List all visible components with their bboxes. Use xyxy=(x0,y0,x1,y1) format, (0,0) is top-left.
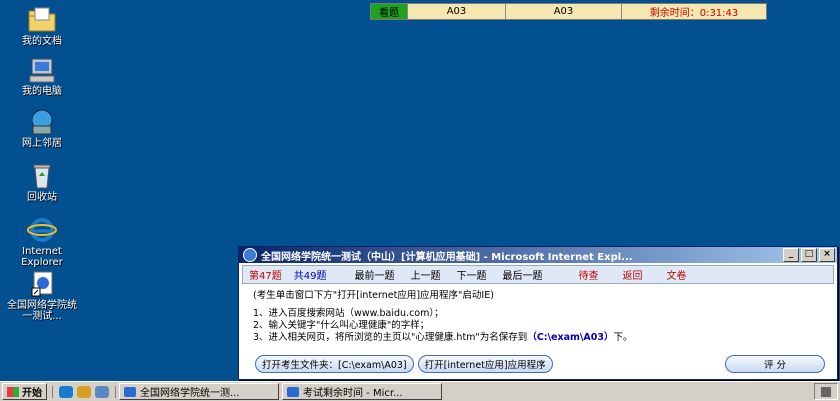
desktop-icon-network[interactable]: 网上邻居 xyxy=(3,108,81,149)
document-shortcut-icon xyxy=(26,270,58,298)
desktop-icon-my-computer[interactable]: 我的电脑 xyxy=(3,56,81,97)
ie-exam-window: 全国网络学院统一测试（中山）[计算机应用基础] - Microsoft Inte… xyxy=(238,246,838,380)
desktop-icon-label: 我的电脑 xyxy=(22,86,62,97)
prev-question-link[interactable]: 上一题 xyxy=(402,267,448,282)
open-folder-button[interactable]: 打开考生文件夹：[C:\exam\A03] xyxy=(255,355,414,373)
start-button[interactable]: 开始 xyxy=(2,383,47,400)
open-internet-app-button[interactable]: 打开[internet应用]应用程序 xyxy=(417,355,553,373)
current-question: 第47题 xyxy=(249,271,282,282)
exam-field-2: A03 xyxy=(506,4,622,19)
system-tray xyxy=(814,383,838,400)
question-navbar: 第47题 共49题 最前一题 上一题 下一题 最后一题 待查 返回 文卷 xyxy=(242,265,834,284)
maximize-button[interactable]: □ xyxy=(801,248,817,262)
ie-window-icon xyxy=(243,248,257,262)
taskbar-button-label: 考试剩余时间 - Micr... xyxy=(303,388,403,399)
window-titlebar[interactable]: 全国网络学院统一测试（中山）[计算机应用基础] - Microsoft Inte… xyxy=(239,247,837,263)
outlook-quicklaunch-icon[interactable] xyxy=(77,385,91,398)
close-button[interactable]: × xyxy=(819,248,835,262)
desktop-icon-my-documents[interactable]: 我的文档 xyxy=(3,6,81,47)
score-button[interactable]: 评 分 xyxy=(725,355,825,373)
desktop-icon-recycle-bin[interactable]: 回收站 xyxy=(3,162,81,203)
question-step-2: 2、输入关键字"什么叫心理健康"的字样； xyxy=(253,320,430,331)
folder-icon xyxy=(26,6,58,34)
windows-flag-icon xyxy=(7,386,19,397)
window-title: 全国网络学院统一测试（中山）[计算机应用基础] - Microsoft Inte… xyxy=(261,251,633,263)
show-desktop-icon[interactable] xyxy=(95,385,109,398)
start-label: 开始 xyxy=(22,388,42,399)
quick-launch xyxy=(52,385,116,398)
desktop-icon-label: Internet Explorer xyxy=(21,246,63,268)
first-question-link[interactable]: 最前一题 xyxy=(346,267,402,282)
action-buttons: 打开考生文件夹：[C:\exam\A03] 打开[internet应用]应用程序… xyxy=(255,355,829,373)
pending-link[interactable]: 待查 xyxy=(566,267,610,282)
next-question-link[interactable]: 下一题 xyxy=(448,267,494,282)
desktop-icon-exam-shortcut[interactable]: 全国网络学院统一测试... xyxy=(3,270,81,322)
last-question-link[interactable]: 最后一题 xyxy=(494,267,550,282)
recycle-bin-icon xyxy=(26,162,58,190)
speaker-icon[interactable] xyxy=(821,386,831,397)
step3-path: （C:\exam\A03） xyxy=(527,332,614,343)
question-hint: (考生单击窗口下方"打开[internet应用]应用程序"启动IE) xyxy=(253,290,494,301)
total-questions: 共49题 xyxy=(293,271,327,282)
taskbar-button-timer[interactable]: 考试剩余时间 - Micr... xyxy=(282,383,442,400)
step3-prefix: 3、进入相关网页，将所浏览的主页以"心理健康.htm"为名保存到 xyxy=(253,332,528,343)
ie-icon xyxy=(287,386,299,397)
doc-link[interactable]: 文卷 xyxy=(654,267,698,282)
question-step-1: 1、进入百度搜索网站（www.baidu.com）； xyxy=(253,308,444,319)
desktop-icon-label: 我的文档 xyxy=(22,36,62,47)
taskbar-button-label: 全国网络学院统一测... xyxy=(140,388,240,399)
minimize-button[interactable]: _ xyxy=(783,248,799,262)
exam-field-1: A03 xyxy=(408,4,506,19)
ie-icon xyxy=(124,386,136,397)
computer-icon xyxy=(26,56,58,84)
question-step-3: 3、进入相关网页，将所浏览的主页以"心理健康.htm"为名保存到（C:\exam… xyxy=(253,332,823,344)
exam-status-view[interactable]: 看题 xyxy=(371,4,408,19)
step3-suffix: 下。 xyxy=(613,332,633,343)
back-link[interactable]: 返回 xyxy=(610,267,654,282)
remaining-time: 剩余时间：0:31:43 xyxy=(622,4,766,19)
internet-explorer-icon xyxy=(26,216,58,244)
exam-status-bar: 看题 A03 A03 剩余时间：0:31:43 xyxy=(370,3,767,20)
desktop-icon-internet-explorer[interactable]: Internet Explorer xyxy=(3,216,81,268)
taskbar: 开始 全国网络学院统一测... 考试剩余时间 - Micr... xyxy=(0,381,840,401)
network-icon xyxy=(26,108,58,136)
desktop-icon-label: 回收站 xyxy=(27,192,57,203)
desktop-icon-label: 全国网络学院统一测试... xyxy=(7,300,77,322)
desktop-icon-label: 网上邻居 xyxy=(22,138,62,149)
question-content: (考生单击窗口下方"打开[internet应用]应用程序"启动IE) 1、进入百… xyxy=(239,286,837,348)
taskbar-button-exam[interactable]: 全国网络学院统一测... xyxy=(119,383,279,400)
ie-quicklaunch-icon[interactable] xyxy=(59,385,73,398)
